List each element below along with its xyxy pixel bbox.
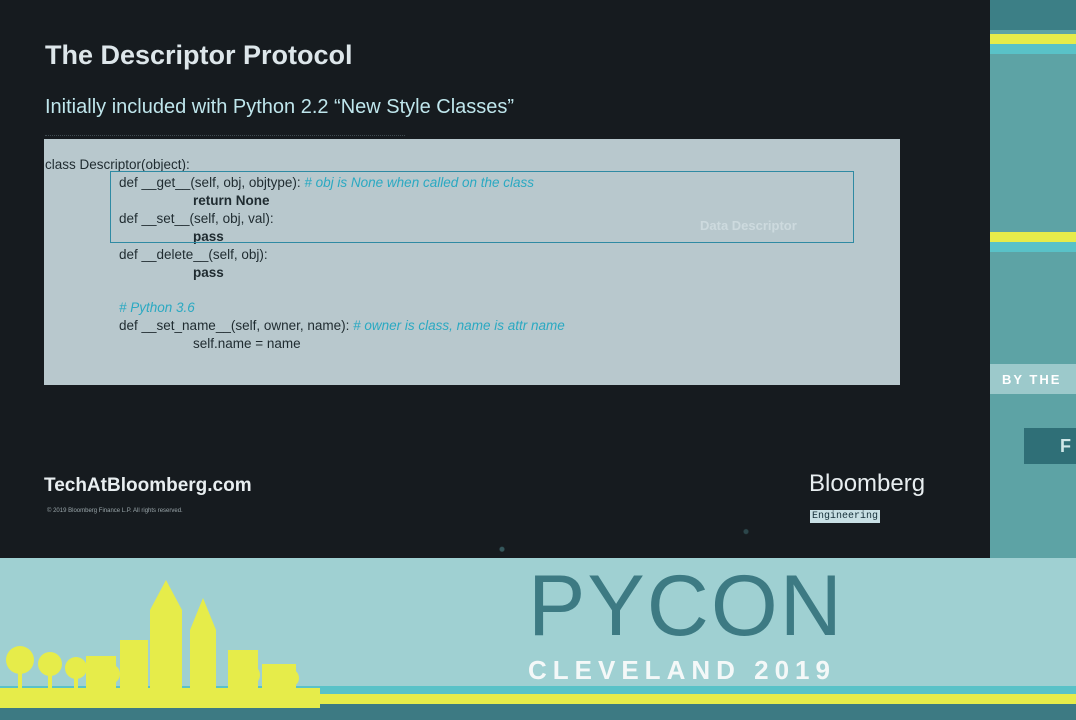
slide-subtitle: Initially included with Python 2.2 “New … (45, 96, 515, 118)
side-panel-header (990, 0, 1076, 30)
side-panel (990, 0, 1076, 558)
code-comment: # Python 3.6 (119, 300, 195, 315)
skyline-illustration (0, 580, 320, 708)
code-text: class Descriptor(object): (45, 157, 190, 172)
code-line-9: def __set_name__(self, owner, name): # o… (119, 318, 565, 334)
stripe (990, 232, 1076, 242)
event-name: PYCON (528, 558, 844, 654)
code-text: self.name = name (193, 336, 301, 351)
code-line-7: pass (193, 265, 224, 281)
stripe (990, 44, 1076, 54)
code-line-6: def __delete__(self, obj): (119, 247, 268, 263)
code-comment: # owner is class, name is attr name (349, 318, 565, 333)
slide: The Descriptor Protocol Initially includ… (0, 0, 990, 558)
code-line-10: self.name = name (193, 336, 301, 352)
stripe (990, 34, 1076, 44)
divider (45, 135, 405, 136)
annotation-label: Data Descriptor (700, 218, 797, 233)
stripe (990, 242, 1076, 252)
code-text: pass (193, 265, 224, 280)
code-text: def __delete__(self, obj): (119, 247, 268, 262)
side-band-text: BY THE (1002, 372, 1062, 387)
brand-logo: Bloomberg (809, 470, 926, 497)
code-line-8: # Python 3.6 (119, 300, 195, 316)
code-text: def __set_name__(self, owner, name): (119, 318, 350, 333)
site-link[interactable]: TechAtBloomberg.com (44, 475, 252, 497)
side-flag-text: F (1060, 436, 1071, 456)
event-location: CLEVELAND 2019 (528, 655, 836, 685)
slide-title: The Descriptor Protocol (45, 40, 353, 70)
copyright-text: © 2019 Bloomberg Finance L.P. All rights… (47, 508, 183, 514)
brand-subtitle: Engineering (810, 510, 881, 523)
